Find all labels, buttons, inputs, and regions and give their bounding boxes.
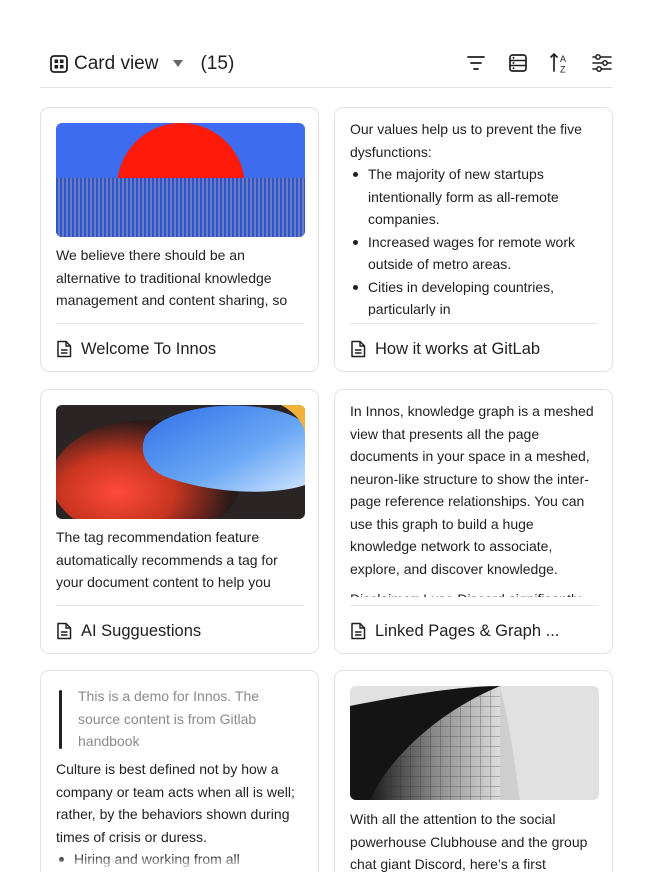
toolbar-actions: AZ <box>465 52 613 74</box>
group-icon[interactable] <box>507 52 529 74</box>
card-excerpt: With all the attention to the social pow… <box>350 811 588 872</box>
card-paragraph: Disclaimer: I use Discord significantly <box>350 588 598 597</box>
list-item: The majority of new startups intentional… <box>350 163 598 231</box>
card-title: Welcome To Innos <box>81 339 217 358</box>
card-excerpt: In Innos, knowledge graph is a meshed vi… <box>350 400 598 597</box>
toolbar: Card view (15) AZ <box>40 50 613 78</box>
card-welcome[interactable]: We believe there should be an alternativ… <box>40 107 319 372</box>
quote-text: This is a demo for Innos. The source con… <box>78 688 260 749</box>
card-gitlab[interactable]: Our values help us to prevent the five d… <box>334 107 613 372</box>
document-icon <box>56 622 72 640</box>
document-icon <box>350 340 366 358</box>
filter-icon[interactable] <box>465 52 487 74</box>
card-paragraph: In Innos, knowledge graph is a meshed vi… <box>350 403 594 577</box>
card-paragraph: Culture is best defined not by how a com… <box>56 761 295 845</box>
card-excerpt: Our values help us to prevent the five d… <box>350 118 598 316</box>
card-title-row[interactable]: Linked Pages & Graph ... <box>350 619 602 643</box>
card-ai-suggestions[interactable]: The tag recommendation feature automatic… <box>40 389 319 654</box>
fade-overlay <box>41 855 318 871</box>
card-clubhouse[interactable]: With all the attention to the social pow… <box>334 670 613 872</box>
card-intro: Our values help us to prevent the five d… <box>350 121 582 160</box>
card-divider <box>56 323 304 324</box>
quote-bar <box>59 690 62 749</box>
card-culture[interactable]: This is a demo for Innos. The source con… <box>40 670 319 872</box>
card-linked-pages[interactable]: In Innos, knowledge graph is a meshed vi… <box>334 389 613 654</box>
toolbar-divider <box>40 87 613 88</box>
bullet-list: The majority of new startups intentional… <box>350 163 598 316</box>
card-divider <box>350 605 598 606</box>
list-item: Increased wages for remote work outside … <box>350 231 598 276</box>
card-cover-image <box>56 123 305 237</box>
card-title: Linked Pages & Graph ... <box>375 621 560 640</box>
svg-text:Z: Z <box>560 65 566 75</box>
list-item: Cities in developing countries, particul… <box>350 276 598 316</box>
sort-az-icon[interactable]: AZ <box>549 52 571 74</box>
document-icon <box>56 340 72 358</box>
settings-sliders-icon[interactable] <box>591 52 613 74</box>
view-switcher[interactable]: Card view <box>40 53 184 75</box>
card-cover-image <box>56 405 305 519</box>
grid-view-icon <box>50 55 68 73</box>
card-divider <box>56 605 304 606</box>
svg-text:A: A <box>560 54 566 64</box>
card-excerpt: The tag recommendation feature automatic… <box>56 529 278 590</box>
card-title-row[interactable]: How it works at GitLab <box>350 337 602 361</box>
card-cover-image <box>350 686 599 800</box>
card-title-row[interactable]: Welcome To Innos <box>56 337 308 361</box>
caret-down-icon[interactable] <box>173 60 184 68</box>
card-title: AI Sugguestions <box>81 621 202 640</box>
blockquote: This is a demo for Innos. The source con… <box>56 685 304 753</box>
card-title: How it works at GitLab <box>375 339 541 358</box>
card-divider <box>350 323 598 324</box>
card-excerpt: We believe there should be an alternativ… <box>56 247 288 308</box>
document-icon <box>350 622 366 640</box>
card-title-row[interactable]: AI Sugguestions <box>56 619 308 643</box>
view-label: Card view <box>74 53 159 74</box>
item-count: (15) <box>200 53 235 74</box>
